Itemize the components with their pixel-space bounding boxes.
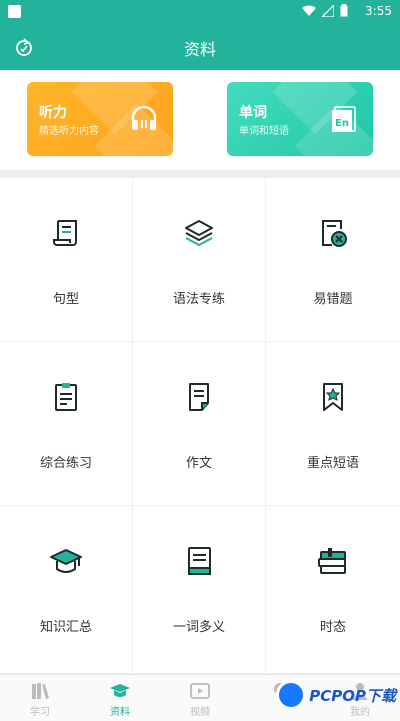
notification-icon — [8, 5, 21, 18]
headphones-icon — [131, 105, 157, 130]
svg-text:En: En — [335, 118, 349, 129]
app-bar: 资料 — [0, 24, 400, 70]
words-subtitle: 单词和短语 — [239, 126, 289, 137]
document-icon — [189, 383, 209, 411]
tab-video[interactable]: 视频 — [160, 677, 240, 719]
watermark: PCPOP下载 — [276, 680, 396, 710]
tab-study[interactable]: 学习 — [0, 677, 80, 719]
status-time: 3:55 — [365, 4, 392, 18]
status-icons — [302, 4, 348, 17]
grid-item-essay[interactable]: 作文 — [133, 342, 266, 506]
grid-item-tenses[interactable]: 时态 — [266, 506, 400, 674]
watermark-logo-icon — [276, 680, 307, 710]
books-icon — [32, 683, 49, 699]
grid-item-grammar[interactable]: 语法专练 — [133, 178, 266, 342]
tab-materials[interactable]: 资料 — [80, 677, 160, 719]
grid-item-label: 重点短语 — [306, 456, 359, 471]
grid-item-label: 知识汇总 — [39, 620, 92, 635]
en-dictionary-icon: En — [332, 106, 356, 132]
grid-item-phrases[interactable]: 重点短语 — [266, 342, 400, 506]
listening-subtitle: 精选听力内容 — [39, 126, 99, 137]
listening-title: 听力 — [39, 105, 67, 121]
scroll-icon — [53, 220, 77, 246]
words-title: 单词 — [239, 105, 267, 121]
feature-cards: 听力 精选听力内容 单词 单词和短语 En — [0, 70, 400, 170]
tab-label: 视频 — [190, 707, 210, 718]
grid-item-polysemy[interactable]: 一词多义 — [133, 506, 266, 674]
books-stack-icon — [318, 548, 346, 574]
grid-item-mistakes[interactable]: 易错题 — [266, 178, 400, 342]
grid-item-label: 易错题 — [313, 292, 353, 307]
grid-item-label: 作文 — [185, 456, 212, 471]
grid-item-label: 语法专练 — [172, 292, 225, 307]
grid-item-knowledge[interactable]: 知识汇总 — [0, 506, 133, 674]
grid-item-sentence[interactable]: 句型 — [0, 178, 133, 342]
graduation-cap-icon — [50, 549, 82, 573]
bookmark-star-icon — [323, 383, 343, 411]
listening-card[interactable]: 听力 精选听力内容 — [27, 82, 173, 156]
book-icon — [188, 547, 211, 575]
grid-item-label: 综合练习 — [39, 456, 92, 471]
signal-icon — [322, 4, 334, 17]
resource-grid: 句型 语法专练 易错题 综合练习 作文 重点短语 知识汇总 一词多义 时态 — [0, 178, 400, 674]
page-title: 资料 — [183, 40, 216, 59]
tab-label: 学习 — [30, 707, 50, 718]
grid-item-label: 句型 — [52, 292, 79, 307]
battery-icon — [340, 4, 348, 17]
grid-item-label: 时态 — [319, 620, 346, 635]
clipboard-icon — [55, 383, 77, 411]
graduation-cap-icon — [110, 684, 130, 697]
status-bar: 3:55 — [0, 0, 400, 24]
section-divider — [0, 170, 400, 178]
wrong-doc-icon — [322, 220, 347, 247]
grid-item-label: 一词多义 — [172, 620, 225, 635]
words-card[interactable]: 单词 单词和短语 En — [227, 82, 373, 156]
tab-label: 资料 — [110, 707, 130, 718]
video-icon — [190, 683, 210, 699]
grid-item-practice[interactable]: 综合练习 — [0, 342, 133, 506]
layers-icon — [185, 220, 213, 246]
watermark-text: PCPOP下载 — [309, 686, 396, 705]
wifi-icon — [302, 5, 316, 16]
